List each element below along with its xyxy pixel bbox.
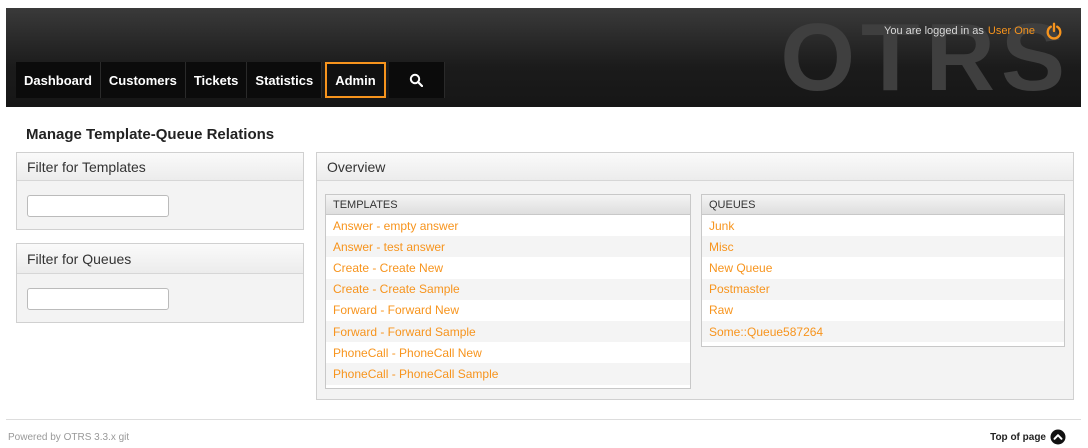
template-item[interactable]: PhoneCall - PhoneCall New: [326, 342, 690, 364]
template-item[interactable]: PhoneCall - PhoneCall Sample: [326, 363, 690, 385]
nav-tickets[interactable]: Tickets: [185, 62, 248, 98]
queues-filter-box: Filter for Queues: [16, 243, 304, 323]
powered-by-link[interactable]: Powered by OTRS 3.3.x git: [8, 432, 129, 443]
template-item[interactable]: Answer - test answer: [326, 236, 690, 258]
queue-item[interactable]: Postmaster: [702, 278, 1064, 300]
nav-dashboard[interactable]: Dashboard: [16, 62, 101, 98]
nav-admin[interactable]: Admin: [325, 62, 386, 98]
page-title: Manage Template-Queue Relations: [26, 126, 275, 143]
templates-table: TEMPLATES Answer - empty answer Answer -…: [325, 194, 691, 389]
queue-item[interactable]: Raw: [702, 299, 1064, 321]
queues-table: QUEUES Junk Misc New Queue Postmaster Ra…: [701, 194, 1065, 347]
queues-column-header: QUEUES: [702, 195, 1064, 215]
main-nav: Dashboard Customers Tickets Statistics A…: [16, 62, 445, 98]
templates-filter-box: Filter for Templates: [16, 152, 304, 230]
overview-box: Overview TEMPLATES Answer - empty answer…: [316, 152, 1074, 400]
top-of-page-label: Top of page: [990, 431, 1046, 443]
template-item[interactable]: Answer - empty answer: [326, 215, 690, 237]
search-icon: [409, 73, 424, 87]
queue-item[interactable]: Junk: [702, 215, 1064, 237]
login-info: You are logged in as User One: [884, 22, 1063, 40]
template-item[interactable]: Forward - Forward New: [326, 299, 690, 321]
queues-filter-title: Filter for Queues: [17, 244, 303, 274]
queues-filter-input[interactable]: [27, 288, 169, 310]
top-of-page-link[interactable]: Top of page: [990, 429, 1066, 445]
queue-item[interactable]: Misc: [702, 236, 1064, 258]
templates-column-header: TEMPLATES: [326, 195, 690, 215]
queues-list: Junk Misc New Queue Postmaster Raw Some:…: [702, 215, 1064, 343]
header-bar: OTRS You are logged in as User One Dashb…: [6, 8, 1081, 107]
footer-divider: [6, 419, 1081, 420]
template-item[interactable]: Create - Create Sample: [326, 278, 690, 300]
arrow-up-circle-icon: [1050, 429, 1066, 445]
nav-customers[interactable]: Customers: [100, 62, 186, 98]
nav-statistics[interactable]: Statistics: [247, 62, 323, 98]
login-prefix: You are logged in as: [884, 25, 984, 37]
power-icon[interactable]: [1045, 22, 1063, 40]
templates-filter-input[interactable]: [27, 195, 169, 217]
template-item[interactable]: Forward - Forward Sample: [326, 320, 690, 343]
queue-item[interactable]: Some::Queue587264: [702, 320, 1064, 343]
queue-item[interactable]: New Queue: [702, 257, 1064, 279]
nav-search[interactable]: [388, 62, 445, 98]
templates-filter-title: Filter for Templates: [17, 153, 303, 181]
templates-list: Answer - empty answer Answer - test answ…: [326, 215, 690, 385]
overview-title: Overview: [317, 153, 1073, 181]
user-name-link[interactable]: User One: [988, 25, 1035, 37]
template-item[interactable]: Create - Create New: [326, 257, 690, 279]
